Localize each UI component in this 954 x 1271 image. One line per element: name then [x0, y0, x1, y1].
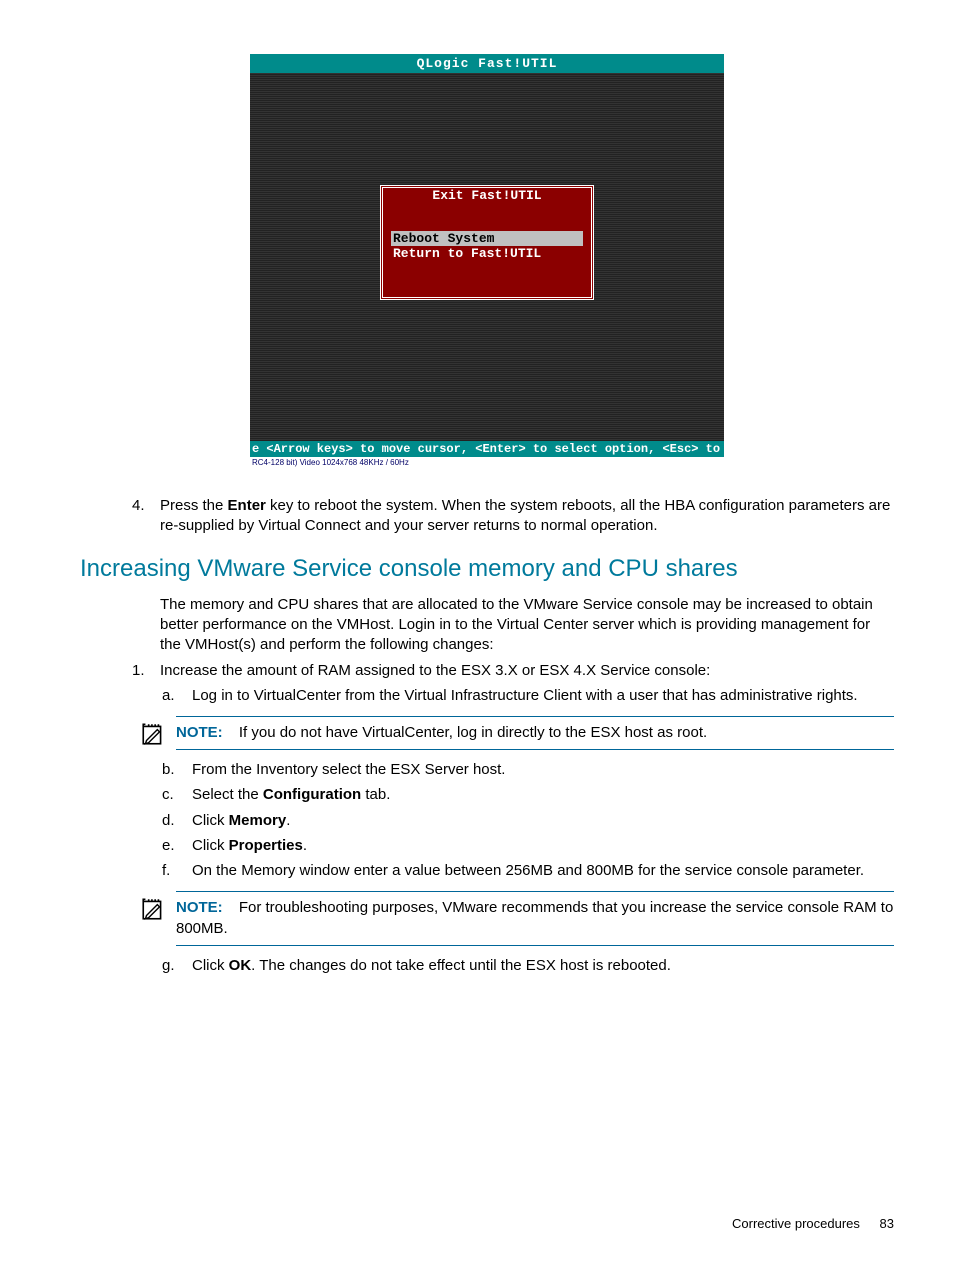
terminal-status: RC4-128 bit) Video 1024x768 48KHz / 60Hz — [250, 457, 724, 468]
menu-reboot-system[interactable]: Reboot System — [391, 231, 583, 246]
terminal-title: QLogic Fast!UTIL — [250, 54, 724, 73]
step-1g: g. Click OK. The changes do not take eff… — [192, 956, 894, 976]
step-1g-num: g. — [162, 956, 175, 976]
terminal-body: Exit Fast!UTIL Reboot System Return to F… — [250, 73, 724, 441]
step-1c-num: c. — [162, 785, 174, 805]
step-1e-num: e. — [162, 836, 175, 856]
page-footer: Corrective procedures 83 — [732, 1216, 894, 1231]
footer-page-number: 83 — [880, 1216, 894, 1231]
menu-return-fastutil[interactable]: Return to Fast!UTIL — [391, 246, 583, 261]
step-1b-text: From the Inventory select the ESX Server… — [192, 761, 505, 778]
step-1e-post: . — [303, 837, 307, 854]
step-4-pre: Press the — [160, 497, 228, 514]
note-1-text: If you do not have VirtualCenter, log in… — [239, 724, 707, 741]
note-1-label: NOTE: — [176, 724, 223, 741]
step-4-bold: Enter — [228, 497, 266, 514]
step-4: 4. Press the Enter key to reboot the sys… — [160, 496, 894, 537]
step-1e-bold: Properties — [229, 837, 303, 854]
step-1d-bold: Memory — [229, 812, 287, 829]
step-1: 1. Increase the amount of RAM assigned t… — [160, 661, 894, 706]
step-4-post: key to reboot the system. When the syste… — [160, 497, 890, 534]
step-1-text: Increase the amount of RAM assigned to t… — [160, 662, 710, 679]
step-1-number: 1. — [132, 661, 145, 681]
step-1c-bold: Configuration — [263, 786, 361, 803]
note-2: NOTE: For troubleshooting purposes, VMwa… — [176, 891, 894, 946]
note-1: NOTE: If you do not have VirtualCenter, … — [176, 716, 894, 750]
step-1g-pre: Click — [192, 957, 229, 974]
intro-paragraph: The memory and CPU shares that are alloc… — [80, 595, 894, 656]
step-1d-num: d. — [162, 811, 175, 831]
step-1c: c. Select the Configuration tab. — [192, 785, 894, 805]
dialog-title: Exit Fast!UTIL — [430, 188, 543, 203]
step-1d-post: . — [286, 812, 290, 829]
terminal-screenshot: QLogic Fast!UTIL Exit Fast!UTIL Reboot S… — [80, 54, 894, 468]
step-1b-num: b. — [162, 760, 175, 780]
step-1g-bold: OK — [229, 957, 252, 974]
step-1b: b. From the Inventory select the ESX Ser… — [192, 760, 894, 780]
step-1g-post: . The changes do not take effect until t… — [251, 957, 671, 974]
footer-section: Corrective procedures — [732, 1216, 860, 1231]
step-1e-pre: Click — [192, 837, 229, 854]
exit-dialog: Exit Fast!UTIL Reboot System Return to F… — [380, 185, 594, 300]
step-4-number: 4. — [132, 496, 145, 516]
note-icon — [140, 721, 166, 747]
step-1f: f. On the Memory window enter a value be… — [192, 861, 894, 881]
note-icon — [140, 896, 166, 922]
note-2-text: For troubleshooting purposes, VMware rec… — [176, 899, 893, 936]
step-1f-num: f. — [162, 861, 170, 881]
note-2-label: NOTE: — [176, 899, 223, 916]
step-1d-pre: Click — [192, 812, 229, 829]
step-1f-text: On the Memory window enter a value betwe… — [192, 862, 864, 879]
section-heading: Increasing VMware Service console memory… — [80, 555, 894, 583]
step-1d: d. Click Memory. — [192, 811, 894, 831]
step-1c-pre: Select the — [192, 786, 263, 803]
step-1e: e. Click Properties. — [192, 836, 894, 856]
step-1a-num: a. — [162, 686, 175, 706]
terminal-footer-hint: e <Arrow keys> to move cursor, <Enter> t… — [250, 441, 724, 457]
step-1c-post: tab. — [361, 786, 390, 803]
step-1a-text: Log in to VirtualCenter from the Virtual… — [192, 687, 858, 704]
step-1a: a. Log in to VirtualCenter from the Virt… — [192, 686, 894, 706]
